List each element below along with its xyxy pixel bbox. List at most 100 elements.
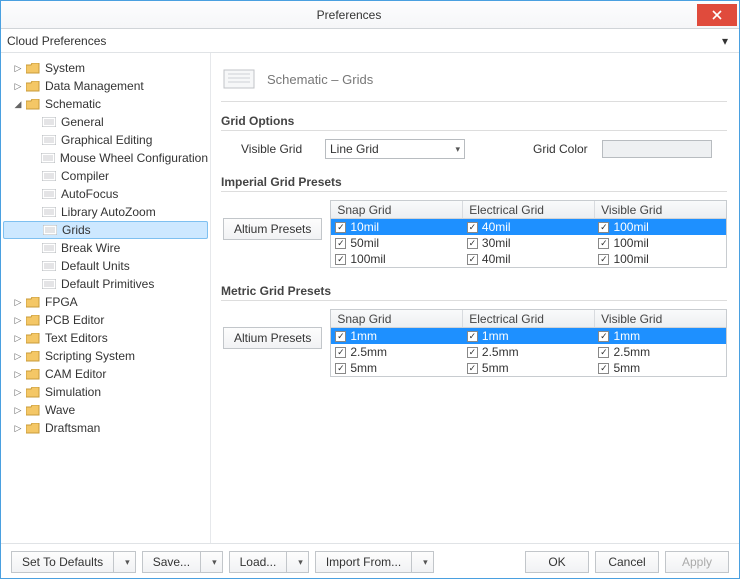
checkbox[interactable]: ✓ xyxy=(598,347,609,358)
save-button[interactable]: Save... xyxy=(142,551,200,573)
tree-label: Grids xyxy=(62,223,91,237)
tree-item-text-editors[interactable]: ▷Text Editors xyxy=(3,329,208,347)
chevron-down-icon: ▾ xyxy=(455,144,460,155)
tree-label: Library AutoZoom xyxy=(61,205,156,219)
tree-item-default-units[interactable]: Default Units xyxy=(3,257,208,275)
expand-icon[interactable]: ▷ xyxy=(13,369,23,380)
ok-button[interactable]: OK xyxy=(525,551,589,573)
tree-item-scripting[interactable]: ▷Scripting System xyxy=(3,347,208,365)
page-icon xyxy=(41,207,57,217)
checkbox[interactable]: ✓ xyxy=(467,347,478,358)
preferences-tree[interactable]: ▷ System ▷ Data Management ◢ Schematic G… xyxy=(1,53,211,543)
table-row[interactable]: ✓100mil ✓40mil ✓100mil xyxy=(331,251,726,267)
expand-icon[interactable]: ▷ xyxy=(13,315,23,326)
table-row[interactable]: ✓10mil ✓40mil ✓100mil xyxy=(331,219,726,235)
tree-item-mouse-wheel[interactable]: Mouse Wheel Configuration xyxy=(3,149,208,167)
tree-label: AutoFocus xyxy=(61,187,118,201)
load-button[interactable]: Load... xyxy=(229,551,287,573)
visible-grid-combo[interactable]: Line Grid ▾ xyxy=(325,139,465,159)
expand-icon[interactable]: ▷ xyxy=(13,63,23,74)
tree-label: Schematic xyxy=(45,97,101,111)
checkbox[interactable]: ✓ xyxy=(335,363,346,374)
bottom-button-bar: Set To Defaults ▾ Save... ▾ Load... ▾ Im… xyxy=(1,544,739,580)
folder-icon xyxy=(25,351,41,362)
checkbox[interactable]: ✓ xyxy=(598,238,609,249)
tree-item-graphical-editing[interactable]: Graphical Editing xyxy=(3,131,208,149)
tree-item-default-primitives[interactable]: Default Primitives xyxy=(3,275,208,293)
metric-grid-table[interactable]: Snap Grid Electrical Grid Visible Grid ✓… xyxy=(330,309,727,377)
tree-item-compiler[interactable]: Compiler xyxy=(3,167,208,185)
tree-item-system[interactable]: ▷ System xyxy=(3,59,208,77)
save-dropdown[interactable]: ▾ xyxy=(200,551,223,573)
tree-item-general[interactable]: General xyxy=(3,113,208,131)
checkbox[interactable]: ✓ xyxy=(467,331,478,342)
tree-label: Graphical Editing xyxy=(61,133,152,147)
tree-label: Simulation xyxy=(45,385,101,399)
checkbox[interactable]: ✓ xyxy=(598,363,609,374)
tree-item-library-autozoom[interactable]: Library AutoZoom xyxy=(3,203,208,221)
checkbox[interactable]: ✓ xyxy=(598,331,609,342)
grid-color-swatch[interactable] xyxy=(602,140,712,158)
checkbox[interactable]: ✓ xyxy=(598,222,609,233)
tree-item-autofocus[interactable]: AutoFocus xyxy=(3,185,208,203)
collapse-icon[interactable]: ◢ xyxy=(13,99,23,110)
cancel-button[interactable]: Cancel xyxy=(595,551,659,573)
import-from-button[interactable]: Import From... xyxy=(315,551,411,573)
import-from-dropdown[interactable]: ▾ xyxy=(411,551,434,573)
tree-item-fpga[interactable]: ▷FPGA xyxy=(3,293,208,311)
group-title-imperial: Imperial Grid Presets xyxy=(221,173,727,192)
tree-item-break-wire[interactable]: Break Wire xyxy=(3,239,208,257)
cloud-preferences-row[interactable]: Cloud Preferences ▾ xyxy=(1,29,739,53)
tree-label: Default Units xyxy=(61,259,130,273)
checkbox[interactable]: ✓ xyxy=(335,254,346,265)
tree-item-simulation[interactable]: ▷ Simulation xyxy=(3,383,208,401)
titlebar: Preferences xyxy=(1,1,739,29)
checkbox[interactable]: ✓ xyxy=(335,331,346,342)
chevron-down-icon: ▾ xyxy=(212,557,217,568)
expand-icon[interactable]: ▷ xyxy=(13,81,23,92)
folder-icon xyxy=(25,369,41,380)
checkbox[interactable]: ✓ xyxy=(598,254,609,265)
visible-grid-label: Visible Grid xyxy=(241,142,311,156)
expand-icon[interactable]: ▷ xyxy=(13,351,23,362)
folder-icon xyxy=(25,387,41,398)
set-to-defaults-dropdown[interactable]: ▾ xyxy=(113,551,136,573)
table-row[interactable]: ✓50mil ✓30mil ✓100mil xyxy=(331,235,726,251)
close-button[interactable] xyxy=(697,4,737,26)
metric-altium-presets-button[interactable]: Altium Presets xyxy=(223,327,322,349)
table-row[interactable]: ✓5mm ✓5mm ✓5mm xyxy=(331,360,726,376)
tree-label: Compiler xyxy=(61,169,109,183)
checkbox[interactable]: ✓ xyxy=(467,222,478,233)
table-row[interactable]: ✓1mm ✓1mm ✓1mm xyxy=(331,328,726,344)
tree-item-draftsman[interactable]: ▷Draftsman xyxy=(3,419,208,437)
checkbox[interactable]: ✓ xyxy=(467,363,478,374)
load-dropdown[interactable]: ▾ xyxy=(286,551,309,573)
imperial-altium-presets-button[interactable]: Altium Presets xyxy=(223,218,322,240)
checkbox[interactable]: ✓ xyxy=(467,238,478,249)
checkbox[interactable]: ✓ xyxy=(335,238,346,249)
set-to-defaults-button[interactable]: Set To Defaults xyxy=(11,551,113,573)
tree-item-data-management[interactable]: ▷ Data Management xyxy=(3,77,208,95)
imperial-grid-table[interactable]: Snap Grid Electrical Grid Visible Grid ✓… xyxy=(330,200,727,268)
expand-icon[interactable]: ▷ xyxy=(13,333,23,344)
page-title: Schematic – Grids xyxy=(267,72,373,87)
expand-icon[interactable]: ▷ xyxy=(13,297,23,308)
page-icon xyxy=(41,189,57,199)
checkbox[interactable]: ✓ xyxy=(467,254,478,265)
tree-item-grids[interactable]: Grids xyxy=(3,221,208,239)
table-row[interactable]: ✓2.5mm ✓2.5mm ✓2.5mm xyxy=(331,344,726,360)
tree-item-pcb-editor[interactable]: ▷ PCB Editor xyxy=(3,311,208,329)
expand-icon[interactable]: ▷ xyxy=(13,405,23,416)
page-icon xyxy=(41,243,57,253)
tree-item-wave[interactable]: ▷Wave xyxy=(3,401,208,419)
checkbox[interactable]: ✓ xyxy=(335,222,346,233)
apply-button[interactable]: Apply xyxy=(665,551,729,573)
visible-grid-value: Line Grid xyxy=(330,142,379,156)
expand-icon[interactable]: ▷ xyxy=(13,387,23,398)
tree-item-cam-editor[interactable]: ▷CAM Editor xyxy=(3,365,208,383)
tree-item-schematic[interactable]: ◢ Schematic xyxy=(3,95,208,113)
folder-icon xyxy=(25,315,41,326)
checkbox[interactable]: ✓ xyxy=(335,347,346,358)
expand-icon[interactable]: ▷ xyxy=(13,423,23,434)
tree-label: PCB Editor xyxy=(45,313,104,327)
